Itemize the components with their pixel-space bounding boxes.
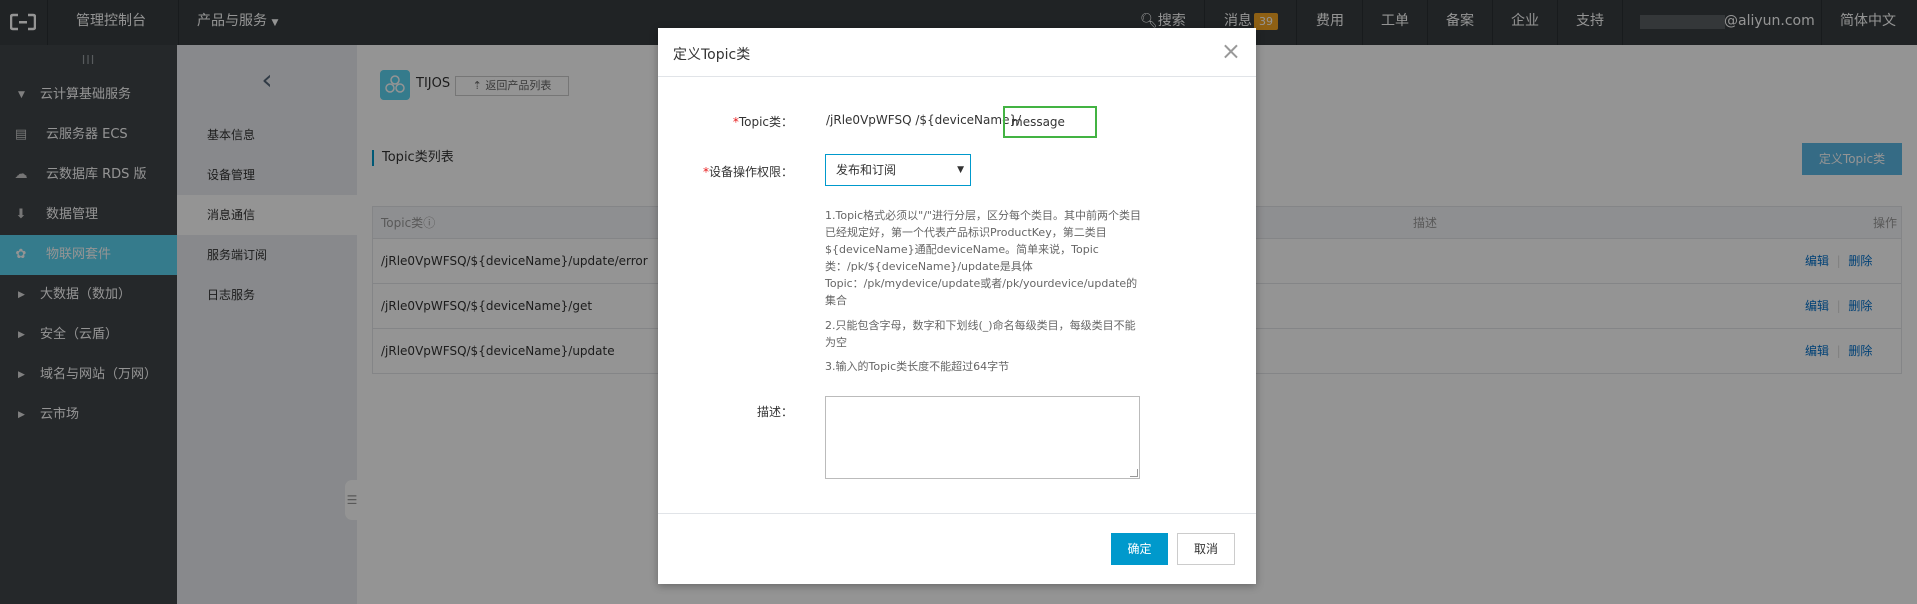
permission-label: *设备操作权限： <box>702 165 793 179</box>
topic-label: *Topic类： <box>732 115 793 129</box>
help-text-2: 2.只能包含字母，数字和下划线(_)命名每级类目，每级类目不能为空 <box>825 319 1136 349</box>
cancel-button[interactable]: 取消 <box>1177 533 1235 565</box>
permission-select[interactable]: 发布和订阅 ▼ <box>825 154 971 186</box>
description-label: 描述： <box>756 405 793 419</box>
help-text-1: 1.Topic格式必须以"/"进行分层，区分每个类目。其中前两个类目已经规定好，… <box>825 209 1141 307</box>
define-topic-dialog: 定义Topic类 × *Topic类： /jRle0VpWFSQ /${devi… <box>658 28 1256 584</box>
confirm-button[interactable]: 确定 <box>1111 533 1168 565</box>
topic-prefix: /jRle0VpWFSQ /${deviceName}/ <box>826 113 1022 127</box>
dialog-header: 定义Topic类 × <box>658 28 1256 77</box>
topic-input[interactable]: message <box>1003 106 1097 138</box>
help-text-3: 3.输入的Topic类长度不能超过64字节 <box>825 360 1010 373</box>
description-textarea[interactable] <box>825 396 1140 479</box>
resize-grip-icon[interactable] <box>1130 469 1138 477</box>
chevron-down-icon: ▼ <box>957 165 964 175</box>
close-icon[interactable]: × <box>1221 38 1241 64</box>
dialog-title: 定义Topic类 <box>673 47 751 63</box>
